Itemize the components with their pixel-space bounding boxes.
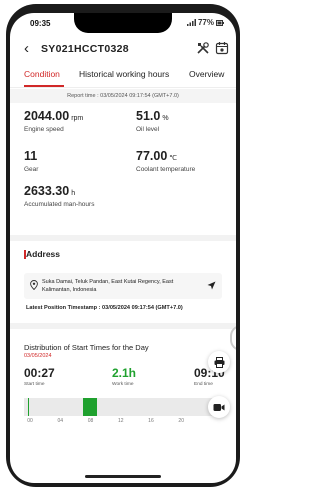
back-arrow-icon[interactable]: ‹ — [24, 40, 29, 58]
work-period-marker — [27, 398, 30, 416]
home-indicator — [85, 475, 161, 478]
section-divider — [10, 235, 236, 241]
start-time-timeline — [24, 398, 214, 416]
camera-notch — [74, 13, 172, 33]
start-time-value: 00:27 — [24, 366, 55, 380]
report-time-bar: Report time : 03/05/2024 09:17:54 (GMT+7… — [10, 89, 236, 103]
metric-value: 77.00 ℃ — [136, 149, 178, 163]
page-title: SY021HCCT0328 — [41, 43, 129, 55]
hour-tick-label: 00 — [27, 418, 33, 424]
tab-historical-working-hours[interactable]: Historical working hours — [79, 69, 169, 79]
metric-label: Oil level — [136, 126, 160, 133]
hour-tick-label: 20 — [178, 418, 184, 424]
active-tab-indicator — [24, 85, 64, 87]
hour-tick-label: 08 — [87, 418, 94, 424]
battery-icon — [216, 19, 224, 26]
metric-label: Accumulated man-hours — [24, 201, 95, 208]
position-timestamp: Latest Position Timestamp : 03/05/2024 0… — [26, 305, 183, 311]
tab-overview[interactable]: Overview — [189, 69, 224, 79]
address-text: Suka Damai, Teluk Pandan, East Kutai Reg… — [42, 279, 174, 293]
metric-engine-speed: 2044.00 rpm Engine speed — [24, 109, 83, 133]
metric-label: Gear — [24, 166, 39, 173]
location-pin-icon — [30, 280, 38, 290]
metric-coolant-temperature: 77.00 ℃ Coolant temperature — [136, 149, 195, 173]
address-card[interactable]: Suka Damai, Teluk Pandan, East Kutai Reg… — [24, 273, 222, 299]
app-header: ‹ SY021HCCT0328 — [10, 37, 236, 63]
section-divider — [10, 323, 236, 329]
video-camera-icon — [213, 403, 225, 411]
app-screen: 09:35 77% ‹ SY021HCCT0328 Condition Hist… — [10, 13, 236, 483]
work-period-marker — [83, 398, 97, 416]
tab-bar: Condition Historical working hours Overv… — [10, 65, 236, 88]
address-heading: Address — [26, 249, 61, 259]
start-time-stat: 00:27 Start time — [24, 366, 55, 387]
battery-level: 77% — [197, 18, 214, 27]
work-time-value: 2.1h — [112, 366, 137, 380]
status-icons: 77% — [186, 18, 224, 27]
metric-value: 51.0% — [136, 109, 169, 123]
work-time-label: Work time — [112, 382, 134, 387]
metric-value: 2044.00 rpm — [24, 109, 84, 123]
end-time-label: End time — [194, 382, 213, 387]
metric-gear: 11 Gear — [24, 149, 39, 173]
navigate-icon[interactable] — [207, 281, 216, 290]
work-time-stat: 2.1h Work time — [112, 366, 136, 387]
status-time: 09:35 — [30, 19, 51, 28]
hour-tick-label: 16 — [148, 418, 154, 424]
tools-icon[interactable] — [196, 41, 210, 55]
metric-accumulated-man-hours: 2633.30 h Accumulated man-hours — [24, 184, 94, 208]
metric-label: Engine speed — [24, 126, 64, 133]
tab-condition[interactable]: Condition — [24, 69, 60, 79]
start-time-label: Start time — [24, 382, 45, 387]
print-button[interactable] — [208, 351, 230, 373]
distribution-title: Distribution of Start Times for the Day — [24, 343, 149, 352]
signal-icon — [186, 19, 196, 26]
metric-label: Coolant temperature — [136, 166, 196, 173]
printer-icon — [214, 356, 224, 368]
video-button[interactable] — [208, 396, 230, 418]
calendar-icon[interactable] — [215, 41, 229, 55]
metric-value: 2633.30 h — [24, 184, 76, 198]
device-frame: 09:35 77% ‹ SY021HCCT0328 Condition Hist… — [0, 0, 246, 491]
hour-tick-label: 12 — [117, 418, 124, 424]
side-drawer-handle[interactable] — [230, 325, 236, 351]
hour-tick-label: 04 — [57, 418, 64, 424]
distribution-date: 03/05/2024 — [24, 353, 52, 359]
metric-value: 11 — [24, 149, 38, 163]
timeline-hour-labels: 00 04 08 12 16 20 — [24, 418, 214, 426]
metric-oil-level: 51.0% Oil level — [136, 109, 169, 133]
